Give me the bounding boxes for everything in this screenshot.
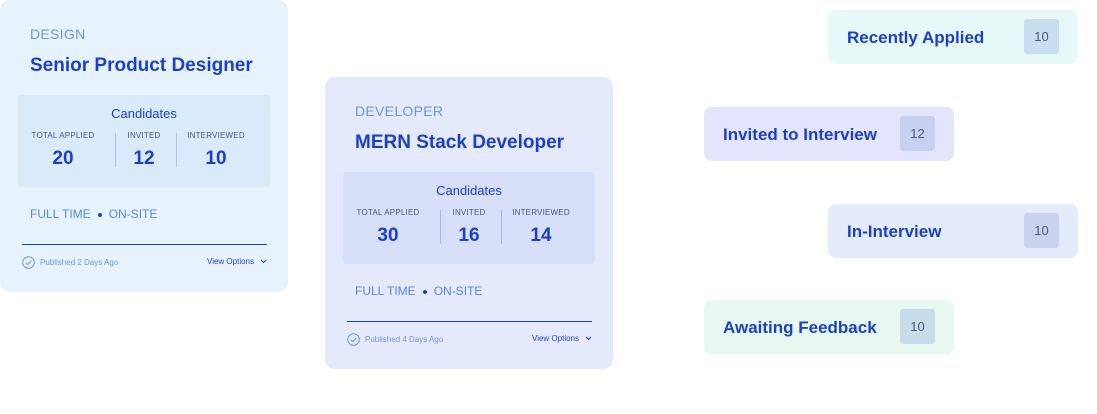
stage-count-badge: 10 <box>1024 19 1059 54</box>
job-card-footer: Published 4 Days Ago View Options <box>347 333 592 347</box>
stat-divider <box>501 210 502 244</box>
employment-type: FULL TIME <box>30 207 91 221</box>
stat-label: TOTAL APPLIED <box>356 208 420 217</box>
stage-label: Awaiting Feedback <box>723 318 877 337</box>
job-category: DESIGN <box>30 26 86 42</box>
job-tags: FULL TIME ON-SITE <box>355 284 482 298</box>
employment-type: FULL TIME <box>355 284 416 298</box>
stage-label: Invited to Interview <box>723 125 877 144</box>
location-type: ON-SITE <box>433 284 483 298</box>
candidates-summary: Candidates TOTAL APPLIED 30 INVITED 16 I… <box>343 172 595 264</box>
separator-dot <box>97 212 102 217</box>
stage-awaiting-feedback[interactable]: Awaiting Feedback 10 <box>704 300 954 354</box>
stat-label: INVITED <box>452 208 486 217</box>
candidates-title: Candidates <box>111 106 177 121</box>
job-tags: FULL TIME ON-SITE <box>30 207 157 221</box>
stage-in-interview[interactable]: In-Interview 10 <box>828 204 1078 258</box>
location-type: ON-SITE <box>108 207 158 221</box>
job-card-senior-product-designer: DESIGN Senior Product Designer Candidate… <box>0 0 288 292</box>
stat-value: 20 <box>52 148 74 169</box>
stage-recently-applied[interactable]: Recently Applied 10 <box>828 10 1078 64</box>
candidates-title: Candidates <box>436 183 502 198</box>
job-category: DEVELOPER <box>355 103 444 119</box>
candidates-summary: Candidates TOTAL APPLIED 20 INVITED 12 I… <box>18 95 270 187</box>
stage-count-badge: 10 <box>900 309 935 344</box>
view-options-button[interactable]: View Options <box>207 257 267 266</box>
stage-invited-to-interview[interactable]: Invited to Interview 12 <box>704 107 954 161</box>
job-title: Senior Product Designer <box>30 55 253 76</box>
divider <box>22 244 267 245</box>
stat-value: 10 <box>205 148 227 169</box>
job-title: MERN Stack Developer <box>355 132 565 153</box>
stage-label: In-Interview <box>847 222 942 241</box>
stat-label: TOTAL APPLIED <box>31 131 95 140</box>
stat-divider <box>176 133 177 167</box>
published-date: Published 2 Days Ago <box>40 258 119 267</box>
stage-label: Recently Applied <box>847 28 985 47</box>
stat-label: INTERVIEWED <box>187 131 245 140</box>
chevron-down-icon <box>585 337 592 341</box>
stat-value: 14 <box>530 225 552 246</box>
chevron-down-icon <box>260 260 267 264</box>
stat-total-applied: TOTAL APPLIED 30 <box>353 208 423 247</box>
separator-dot <box>422 289 427 294</box>
stat-label: INVITED <box>127 131 161 140</box>
view-options-label: View Options <box>532 334 579 343</box>
view-options-label: View Options <box>207 257 254 266</box>
stage-count-badge: 10 <box>1024 213 1059 248</box>
stage-count-badge: 12 <box>900 116 935 151</box>
view-options-button[interactable]: View Options <box>532 334 592 343</box>
stat-invited: INVITED 12 <box>116 131 172 170</box>
check-circle-icon <box>347 333 360 346</box>
job-card-footer: Published 2 Days Ago View Options <box>22 256 267 270</box>
divider <box>347 321 592 322</box>
check-circle-icon <box>22 256 35 269</box>
stat-label: INTERVIEWED <box>512 208 570 217</box>
stat-interviewed: INTERVIEWED 10 <box>179 131 253 170</box>
stat-invited: INVITED 16 <box>441 208 497 247</box>
stat-total-applied: TOTAL APPLIED 20 <box>28 131 98 170</box>
job-card-mern-stack-developer: DEVELOPER MERN Stack Developer Candidate… <box>325 77 613 369</box>
stat-value: 16 <box>458 225 480 246</box>
stat-value: 30 <box>377 225 399 246</box>
stat-interviewed: INTERVIEWED 14 <box>504 208 578 247</box>
stat-value: 12 <box>133 148 155 169</box>
published-date: Published 4 Days Ago <box>365 335 444 344</box>
